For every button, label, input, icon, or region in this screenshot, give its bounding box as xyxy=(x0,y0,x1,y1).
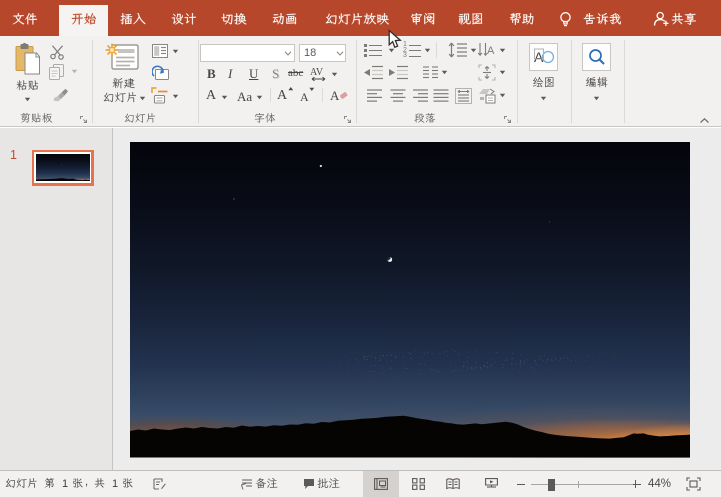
svg-text:AV: AV xyxy=(310,67,324,78)
svg-text:A: A xyxy=(487,45,495,57)
